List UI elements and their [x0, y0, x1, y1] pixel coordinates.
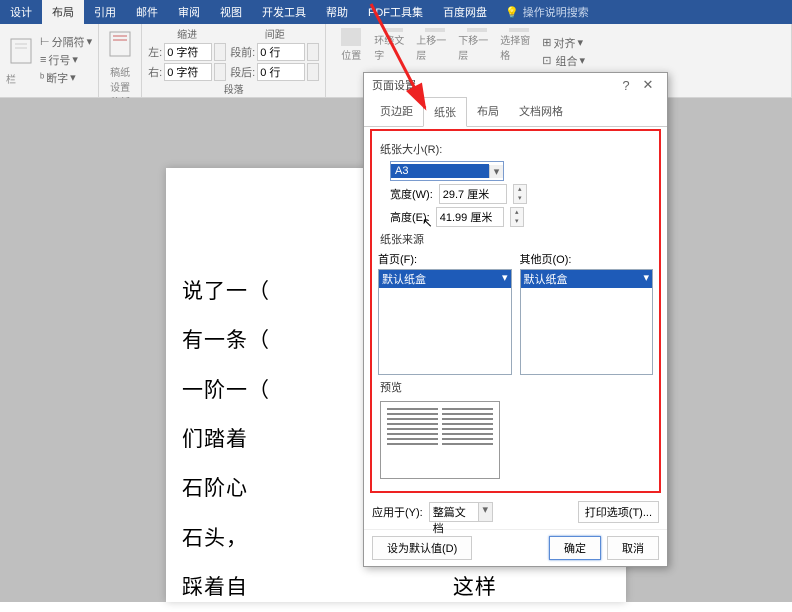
preview-box: [380, 401, 500, 479]
first-page-listbox[interactable]: 默认纸盒▾: [378, 269, 512, 375]
other-pages-value: 默认纸盒: [524, 271, 644, 287]
selection-pane-button[interactable]: 选择窗格: [500, 26, 538, 62]
height-label: 高度(E):: [390, 209, 430, 225]
space-after-input[interactable]: [257, 63, 305, 81]
paper-size-value: A3: [391, 164, 489, 178]
height-input[interactable]: [436, 207, 504, 227]
spin-down[interactable]: ▾: [514, 194, 526, 203]
group-paragraph-title: 段落: [148, 81, 319, 98]
spin-up[interactable]: [215, 64, 225, 72]
spin-down[interactable]: [215, 72, 225, 80]
group-button[interactable]: ⊡组合▾: [542, 53, 585, 69]
tab-design[interactable]: 设计: [0, 0, 42, 24]
cancel-button[interactable]: 取消: [607, 536, 659, 560]
space-before-input[interactable]: [257, 43, 305, 61]
indent-heading: 缩进: [148, 26, 226, 41]
spin-up[interactable]: [308, 64, 318, 72]
chevron-down-icon: ▾: [643, 271, 649, 287]
manuscript-icon[interactable]: [105, 26, 135, 62]
chevron-down-icon[interactable]: ▾: [489, 165, 503, 178]
width-input[interactable]: [439, 184, 507, 204]
first-page-value: 默认纸盒: [382, 271, 502, 287]
chevron-down-icon[interactable]: ▾: [478, 503, 492, 521]
dialog-tab-layout[interactable]: 布局: [467, 97, 509, 126]
tab-view[interactable]: 视图: [210, 0, 252, 24]
spin-up[interactable]: ▴: [511, 208, 523, 217]
spin-up[interactable]: ▴: [514, 185, 526, 194]
bring-forward-button[interactable]: 上移一层: [416, 26, 454, 62]
dialog-title: 页面设置: [372, 77, 615, 93]
space-after-label: 段后:: [230, 64, 255, 80]
hyphen-button[interactable]: ᵇ断字▾: [40, 70, 92, 86]
tab-mailings[interactable]: 邮件: [126, 0, 168, 24]
tab-review[interactable]: 审阅: [168, 0, 210, 24]
line-numbers-button[interactable]: ≡行号▾: [40, 52, 92, 68]
spin-down[interactable]: [308, 52, 318, 60]
apply-to-combo[interactable]: 整篇文档 ▾: [429, 502, 493, 522]
indent-left-input[interactable]: [164, 43, 212, 61]
preview-label: 预览: [380, 379, 653, 395]
paper-size-combo[interactable]: A3 ▾: [390, 161, 504, 181]
lightbulb-icon: 💡: [505, 6, 519, 19]
dialog-tab-paper[interactable]: 纸张: [423, 97, 467, 127]
ok-button[interactable]: 确定: [549, 536, 601, 560]
manuscript-label: 稿纸 设置: [110, 64, 130, 94]
dialog-tab-margins[interactable]: 页边距: [370, 97, 423, 126]
tab-baidu[interactable]: 百度网盘: [433, 0, 497, 24]
highlighted-area: 纸张大小(R): A3 ▾ 宽度(W): ▴▾ 高度(E): ▴▾ 纸张来源 首…: [370, 129, 661, 493]
doc-text-line: 踩着自 这样: [182, 563, 610, 612]
spin-up[interactable]: [215, 44, 225, 52]
chevron-down-icon: ▾: [502, 271, 508, 287]
spin-up[interactable]: [308, 44, 318, 52]
page-icon: [6, 33, 36, 69]
indent-right-label: 右:: [148, 64, 162, 80]
spin-down[interactable]: [215, 52, 225, 60]
apply-to-value: 整篇文档: [430, 503, 478, 521]
other-pages-listbox[interactable]: 默认纸盒▾: [520, 269, 654, 375]
indent-right-input[interactable]: [164, 63, 212, 81]
tab-references[interactable]: 引用: [84, 0, 126, 24]
paper-source-label: 纸张来源: [380, 231, 653, 247]
send-backward-button[interactable]: 下移一层: [458, 26, 496, 62]
breaks-button[interactable]: ⊢分隔符▾: [40, 34, 92, 50]
spacing-heading: 间距: [230, 26, 319, 41]
width-label: 宽度(W):: [390, 186, 433, 202]
wrap-text-button[interactable]: 环绕文字: [374, 26, 412, 62]
space-before-label: 段前:: [230, 44, 255, 60]
apply-to-label: 应用于(Y):: [372, 504, 423, 520]
search-input[interactable]: 操作说明搜索: [523, 4, 589, 20]
set-default-button[interactable]: 设为默认值(D): [372, 536, 472, 560]
align-button[interactable]: ⊞对齐▾: [542, 35, 585, 51]
first-page-label: 首页(F):: [378, 254, 417, 266]
position-button[interactable]: 位置: [332, 26, 370, 62]
spin-down[interactable]: [308, 72, 318, 80]
ribbon-tab-strip: 设计 布局 引用 邮件 审阅 视图 开发工具 帮助 PDF工具集 百度网盘 💡 …: [0, 0, 792, 24]
dialog-tab-grid[interactable]: 文档网格: [509, 97, 573, 126]
tab-layout[interactable]: 布局: [42, 0, 84, 24]
indent-left-label: 左:: [148, 44, 162, 60]
close-icon[interactable]: ✕: [637, 77, 659, 93]
page-setup-dialog: 页面设置 ? ✕ 页边距 纸张 布局 文档网格 纸张大小(R): A3 ▾ 宽度…: [363, 72, 668, 567]
help-icon[interactable]: ?: [615, 78, 637, 93]
page-setup-label[interactable]: 栏: [6, 71, 36, 86]
spin-down[interactable]: ▾: [511, 217, 523, 226]
paper-size-label: 纸张大小(R):: [380, 141, 653, 157]
print-options-button[interactable]: 打印选项(T)...: [578, 501, 659, 523]
tab-pdftools[interactable]: PDF工具集: [358, 0, 433, 24]
other-pages-label: 其他页(O):: [520, 254, 572, 266]
tab-developer[interactable]: 开发工具: [252, 0, 316, 24]
tab-help[interactable]: 帮助: [316, 0, 358, 24]
